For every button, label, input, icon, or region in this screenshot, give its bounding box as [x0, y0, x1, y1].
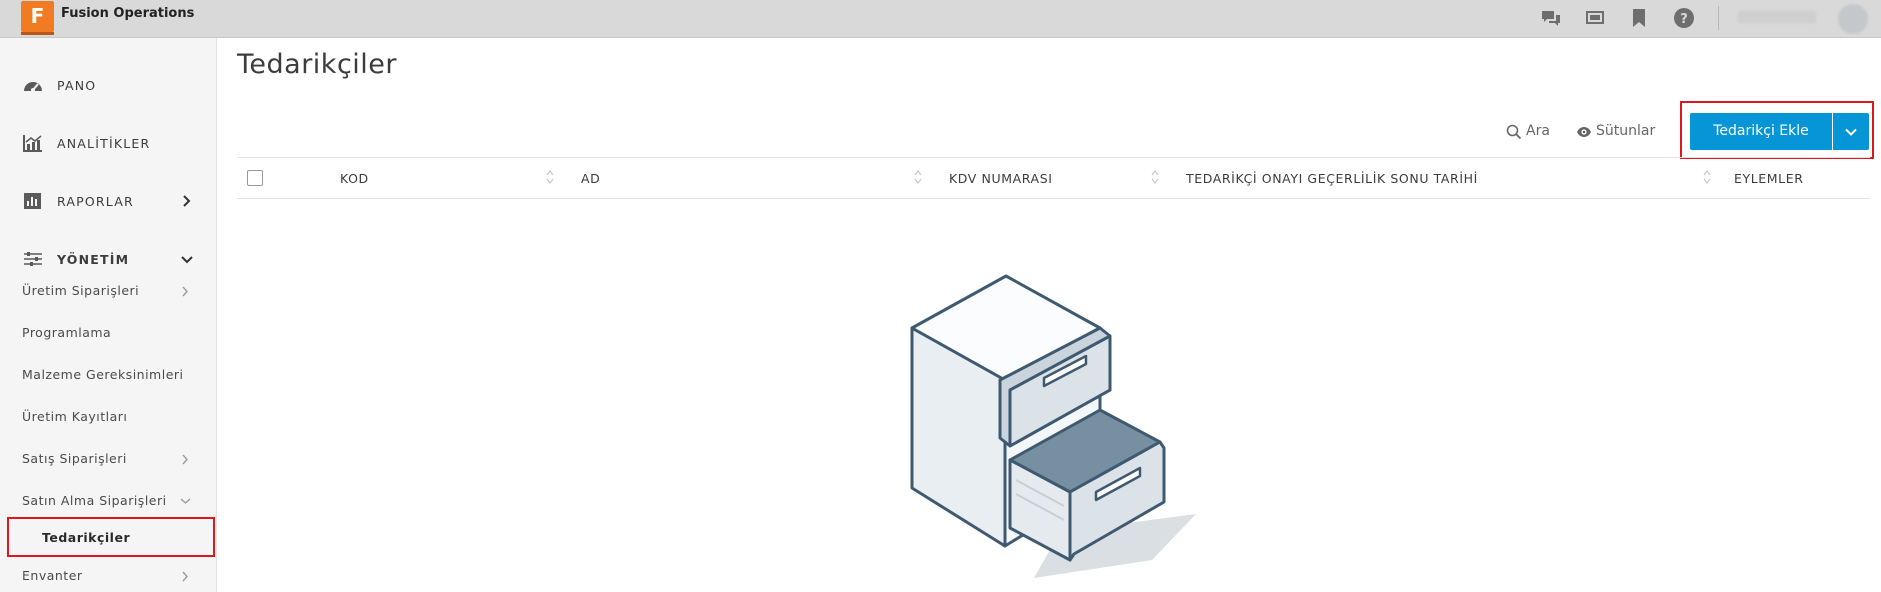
bookmark-icon[interactable] — [1628, 7, 1650, 29]
columns-label: Sütunlar — [1596, 123, 1656, 139]
sidebar-item-analytics[interactable]: ANALİTİKLER — [0, 123, 217, 163]
select-all-checkbox[interactable] — [247, 170, 263, 186]
help-icon[interactable]: ? — [1673, 7, 1695, 29]
chat-icon[interactable] — [1540, 7, 1562, 29]
chevron-down-icon — [180, 498, 191, 504]
sidebar-item-purchase-orders[interactable]: Satın Alma Siparişleri — [0, 484, 217, 518]
sidebar-item-label: Satış Siparişleri — [22, 451, 127, 466]
sort-icon[interactable] — [546, 169, 554, 185]
sidebar-item-label: YÖNETİM — [57, 252, 130, 267]
sidebar-item-label: Programlama — [22, 325, 112, 340]
sidebar-item-label: Malzeme Gereksinimleri — [22, 367, 184, 382]
column-header-approval-expiry-date[interactable]: TEDARİKÇİ ONAYI GEÇERLİLİK SONU TARİHİ — [1186, 171, 1478, 186]
sidebar-item-material-requirements[interactable]: Malzeme Gereksinimleri — [0, 358, 217, 392]
column-header-code[interactable]: KOD — [340, 171, 369, 186]
sidebar-item-production-orders[interactable]: Üretim Siparişleri — [0, 274, 217, 308]
eye-icon — [1577, 127, 1591, 137]
chevron-right-icon — [182, 571, 188, 582]
management-icon — [24, 252, 42, 266]
sort-icon[interactable] — [914, 169, 922, 185]
column-header-name[interactable]: AD — [581, 171, 600, 186]
analytics-icon — [23, 135, 42, 152]
sidebar-item-production-records[interactable]: Üretim Kayıtları — [0, 400, 217, 434]
sidebar-item-scheduling[interactable]: Programlama — [0, 316, 217, 350]
chevron-right-icon — [183, 195, 191, 207]
sidebar-item-label: Envanter — [22, 568, 83, 583]
sidebar-item-label: RAPORLAR — [57, 194, 134, 209]
sidebar-item-sales-orders[interactable]: Satış Siparişleri — [0, 442, 217, 476]
highlight-box — [7, 517, 215, 557]
sort-icon[interactable] — [1703, 169, 1711, 185]
sidebar-item-reports[interactable]: RAPORLAR — [0, 181, 217, 221]
column-header-vat-number[interactable]: KDV NUMARASI — [949, 171, 1053, 186]
search-icon — [1506, 124, 1522, 140]
dashboard-icon — [24, 82, 42, 92]
sidebar-item-management[interactable]: YÖNETİM — [0, 239, 217, 279]
sidebar-item-pano[interactable]: PANO — [0, 65, 217, 105]
presentation-icon[interactable] — [1584, 7, 1606, 29]
top-bar: F Fusion Operations ? — [0, 0, 1881, 38]
sidebar-item-label: Üretim Siparişleri — [22, 283, 140, 298]
sidebar-item-label: Satın Alma Siparişleri — [22, 493, 167, 508]
sidebar-item-label: PANO — [57, 78, 97, 93]
search-label: Ara — [1526, 123, 1550, 139]
toolbar-divider — [1718, 6, 1719, 30]
chevron-down-icon — [181, 256, 193, 264]
sidebar-item-label: Üretim Kayıtları — [22, 409, 128, 424]
page-title: Tedarikçiler — [237, 49, 397, 80]
app-title[interactable]: Fusion Operations — [61, 6, 194, 21]
sort-icon[interactable] — [1151, 169, 1159, 185]
chevron-right-icon — [182, 286, 188, 297]
fusion-logo[interactable]: F — [21, 1, 54, 35]
sidebar-item-inventory[interactable]: Envanter — [0, 559, 217, 592]
columns-button[interactable]: Sütunlar — [1576, 122, 1666, 142]
search-button[interactable]: Ara — [1506, 122, 1566, 142]
avatar[interactable] — [1838, 4, 1868, 34]
user-name[interactable] — [1738, 11, 1816, 23]
highlight-box — [1680, 101, 1874, 159]
sidebar: PANO ANALİTİKLER RAPORLAR YÖNETİM Üretim… — [0, 38, 217, 592]
table-header: KOD AD KDV NUMARASI TEDARİKÇİ ONAYI GEÇE… — [237, 157, 1870, 199]
svg-text:?: ? — [1680, 12, 1688, 27]
sidebar-item-label: ANALİTİKLER — [57, 136, 151, 151]
reports-icon — [24, 193, 41, 209]
chevron-right-icon — [182, 454, 188, 465]
column-header-actions: EYLEMLER — [1734, 171, 1804, 186]
empty-state-illustration — [910, 274, 1196, 578]
